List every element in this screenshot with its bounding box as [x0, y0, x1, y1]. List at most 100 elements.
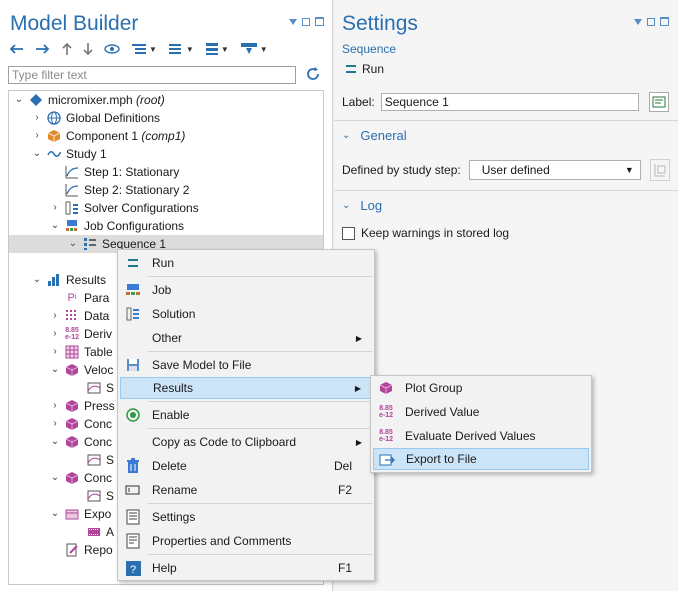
expand-toggle-icon[interactable]: ›	[49, 415, 61, 433]
expand-toggle-icon[interactable]: ›	[49, 307, 61, 325]
defined-by-row: Defined by study step: User defined ▼	[342, 160, 641, 180]
menu-item-other[interactable]: Other ▶	[120, 327, 372, 349]
menu-item-properties[interactable]: Properties and Comments	[120, 530, 372, 552]
general-section-header[interactable]: ⌄ General	[342, 128, 407, 143]
expand-toggle-icon[interactable]: ›	[49, 343, 61, 361]
maximize-icon[interactable]	[660, 17, 669, 26]
build-icon[interactable]: ▼	[240, 40, 268, 58]
tree-node-root[interactable]: ⌄ micromixer.mph (root)	[13, 91, 165, 109]
job-configurations-icon	[65, 219, 79, 233]
tree-node-surface[interactable]: S	[87, 451, 114, 469]
menu-separator	[148, 428, 372, 429]
menu-item-label: Copy as Code to Clipboard	[152, 435, 297, 449]
collapse-toggle-icon[interactable]: ⌄	[13, 91, 25, 109]
expand-toggle-icon[interactable]: ›	[31, 109, 43, 127]
tree-node-surface[interactable]: S	[87, 379, 114, 397]
collapse-toggle-icon[interactable]: ⌄	[49, 433, 61, 451]
collapse-toggle-icon[interactable]: ⌄	[49, 469, 61, 487]
restore-icon[interactable]	[647, 18, 655, 26]
submenu-item-derived-value[interactable]: 8.85 e-12 Derived Value	[373, 401, 589, 423]
tree-node-component[interactable]: › Component 1 (comp1)	[31, 127, 185, 145]
menu-item-shortcut: F2	[337, 483, 352, 497]
expand-toggle-icon[interactable]: ›	[31, 127, 43, 145]
menu-item-settings[interactable]: Settings	[120, 506, 372, 528]
menu-item-results[interactable]: Results ▶	[120, 377, 372, 399]
collapse-toggle-icon[interactable]: ⌄	[49, 217, 61, 235]
menu-item-rename[interactable]: Rename F2	[120, 479, 372, 501]
maximize-icon[interactable]	[315, 17, 324, 26]
tree-node-label: Component 1	[66, 129, 139, 143]
submenu-item-export-to-file[interactable]: Export to File	[373, 448, 589, 470]
tree-node-step-1[interactable]: Step 1: Stationary	[65, 163, 179, 181]
menu-separator	[148, 351, 372, 352]
tree-node-animation[interactable]: A	[87, 523, 114, 541]
component-icon	[47, 129, 61, 143]
restore-icon[interactable]	[302, 18, 310, 26]
submenu-item-plot-group[interactable]: Plot Group	[373, 377, 589, 399]
model-builder-window-controls	[289, 17, 324, 26]
keep-warnings-checkbox[interactable]	[342, 226, 355, 240]
tree-node-reports[interactable]: Repo	[65, 541, 113, 559]
run-button[interactable]: Run	[346, 62, 384, 76]
tree-node-label: Conc	[84, 435, 113, 449]
keep-warnings-checkbox-row[interactable]: Keep warnings in stored log	[342, 226, 509, 240]
tree-node-results[interactable]: ⌄ Results	[31, 271, 106, 289]
go-to-source-button[interactable]	[650, 159, 670, 181]
tree-node-step-2[interactable]: Step 2: Stationary 2	[65, 181, 189, 199]
tree-node-surface[interactable]: S	[87, 487, 114, 505]
refresh-icon[interactable]	[305, 66, 321, 82]
expand-toggle-icon[interactable]: ›	[49, 325, 61, 343]
menu-item-run[interactable]: Run	[120, 252, 372, 274]
tree-node-tables[interactable]: › Table	[49, 343, 112, 361]
label-field[interactable]: Sequence 1	[380, 93, 639, 111]
collapse-toggle-icon[interactable]: ⌄	[49, 505, 61, 523]
log-section-header[interactable]: ⌄ Log	[342, 198, 382, 213]
menu-item-job[interactable]: Job	[120, 279, 372, 301]
filter-input[interactable]	[8, 66, 296, 84]
submenu-item-evaluate-derived-values[interactable]: 8.85 e-12 Evaluate Derived Values	[373, 425, 589, 447]
tree-node-study[interactable]: ⌄ Study 1	[31, 145, 107, 163]
show-icon[interactable]	[104, 40, 120, 58]
collapse-toggle-icon[interactable]: ⌄	[67, 235, 79, 253]
menu-item-help[interactable]: ? Help F1	[120, 557, 372, 579]
tree-node-export[interactable]: ⌄ Expo	[49, 505, 112, 523]
menu-item-label: Run	[152, 256, 175, 270]
menu-item-solution[interactable]: Solution	[120, 303, 372, 325]
collapse-toggle-icon[interactable]: ⌄	[49, 361, 61, 379]
menu-item-enable[interactable]: Enable	[120, 404, 372, 426]
back-arrow-icon[interactable]	[8, 40, 24, 58]
menu-item-save-model[interactable]: Save Model to File	[120, 354, 372, 376]
tree-node-concentration-plot-1[interactable]: › Conc	[49, 415, 112, 433]
tree-node-job-configurations[interactable]: ⌄ Job Configurations	[49, 217, 184, 235]
expand-toggle-icon[interactable]: ›	[49, 199, 61, 217]
down-arrow-icon[interactable]	[83, 40, 93, 58]
menu-item-copy-as-code[interactable]: Copy as Code to Clipboard ▶	[120, 431, 372, 453]
tree-node-concentration-plot-2[interactable]: ⌄ Conc	[49, 433, 112, 451]
menu-item-label: Solution	[152, 307, 196, 321]
tree-node-concentration-plot-3[interactable]: ⌄ Conc	[49, 469, 112, 487]
more-icon[interactable]: ▼	[205, 40, 229, 58]
tree-node-datasets[interactable]: › Data	[49, 307, 109, 325]
tree-node-pressure-plot[interactable]: › Press	[49, 397, 114, 415]
tree-node-velocity-plot[interactable]: ⌄ Veloc	[49, 361, 114, 379]
tree-node-derived-values[interactable]: › 8.85 e-12 Deriv	[49, 325, 112, 343]
tree-node-global-definitions[interactable]: › Global Definitions	[31, 109, 160, 127]
run-label: Run	[362, 62, 385, 76]
menu-item-label: Job	[152, 283, 172, 297]
forward-arrow-icon[interactable]	[35, 40, 51, 58]
tree-node-parameters[interactable]: Pi Para	[65, 289, 110, 307]
collapse-toggle-icon[interactable]: ⌄	[31, 271, 43, 289]
expand-toggle-icon[interactable]: ›	[49, 397, 61, 415]
defined-by-select[interactable]: User defined ▼	[468, 160, 641, 180]
expand-sections-icon[interactable]: ▼	[131, 40, 157, 58]
menu-item-delete[interactable]: Delete Del	[120, 455, 372, 477]
up-arrow-icon[interactable]	[62, 40, 72, 58]
pin-dropdown-icon[interactable]	[634, 19, 642, 25]
sequence-icon	[83, 237, 97, 251]
solver-configurations-icon	[65, 201, 79, 215]
collapse-toggle-icon[interactable]: ⌄	[31, 145, 43, 163]
tree-node-solver-configurations[interactable]: › Solver Configurations	[49, 199, 198, 217]
label-button[interactable]	[648, 92, 669, 112]
pin-dropdown-icon[interactable]	[289, 19, 297, 25]
collapse-sections-icon[interactable]: ▼	[168, 40, 194, 58]
